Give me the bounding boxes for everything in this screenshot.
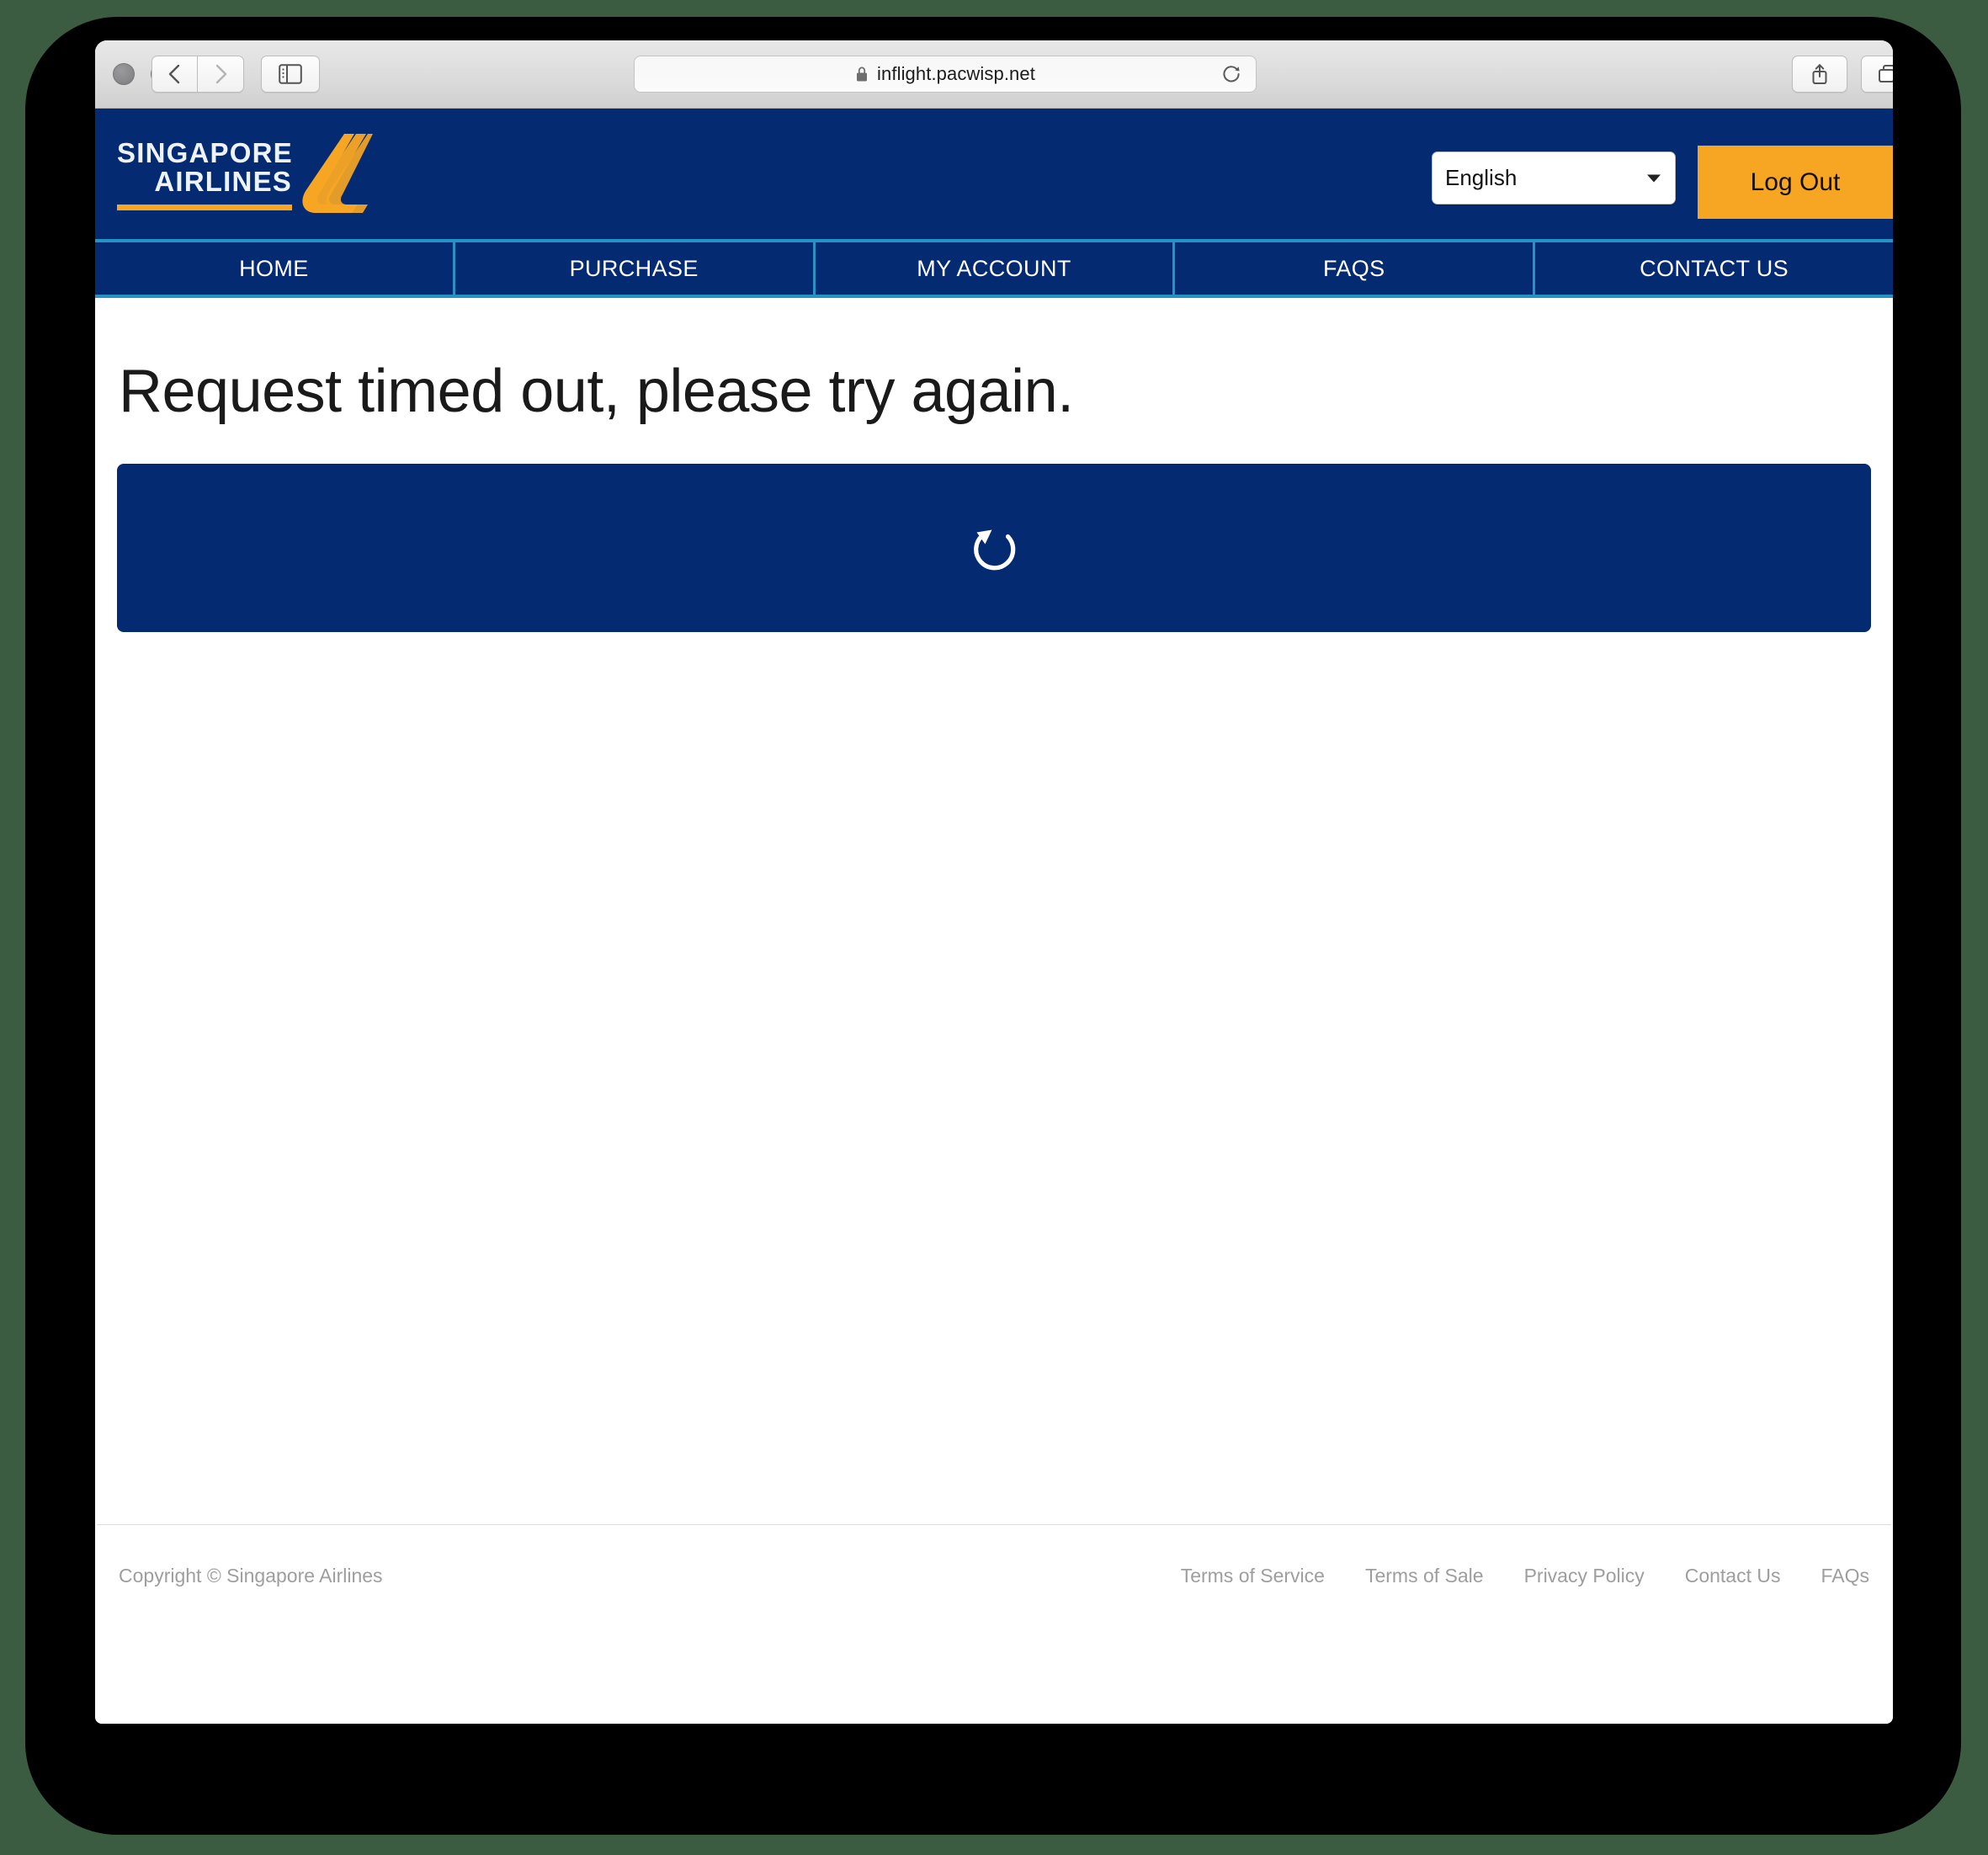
language-select[interactable]: English <box>1432 151 1676 205</box>
footer-link-contact-us[interactable]: Contact Us <box>1685 1565 1781 1587</box>
nav-item-purchase[interactable]: PURCHASE <box>455 242 816 295</box>
copyright-text: Copyright © Singapore Airlines <box>119 1564 383 1587</box>
lock-icon <box>857 66 868 82</box>
refresh-circular-arrow-icon <box>974 529 1016 571</box>
error-message-heading: Request timed out, please try again. <box>119 358 1074 425</box>
logout-button[interactable]: Log Out <box>1698 146 1893 219</box>
retry-button[interactable] <box>117 464 1871 632</box>
page-footer: Copyright © Singapore Airlines Terms of … <box>95 1525 1893 1626</box>
singapore-airlines-logo[interactable]: SINGAPORE AIRLINES <box>117 132 373 216</box>
nav-item-contact-us[interactable]: CONTACT US <box>1535 242 1893 295</box>
footer-link-terms-of-service[interactable]: Terms of Service <box>1181 1565 1325 1587</box>
browser-window: inflight.pacwisp.net + <box>95 40 1893 1724</box>
show-sidebar-button[interactable] <box>261 56 320 93</box>
footer-link-terms-of-sale[interactable]: Terms of Sale <box>1365 1565 1484 1587</box>
nav-label: PURCHASE <box>569 255 699 281</box>
footer-link-privacy-policy[interactable]: Privacy Policy <box>1524 1565 1645 1587</box>
nav-label: FAQS <box>1322 255 1385 281</box>
site-header: SINGAPORE AIRLINES English Log Out <box>95 109 1893 239</box>
logo-wordmark: SINGAPORE AIRLINES <box>117 139 292 195</box>
web-page: SINGAPORE AIRLINES English Log Out HOME … <box>95 109 1893 1724</box>
chevron-right-icon <box>215 64 227 84</box>
nav-label: HOME <box>239 255 309 281</box>
logo-line-2: AIRLINES <box>154 165 292 197</box>
tab-overview-button[interactable] <box>1861 56 1893 93</box>
logo-gold-rule <box>117 205 292 210</box>
chevron-down-icon <box>1647 174 1661 182</box>
main-navigation: HOME PURCHASE MY ACCOUNT FAQS CONTACT US <box>95 239 1893 298</box>
chevron-left-icon <box>168 64 179 84</box>
sidebar-icon <box>279 64 302 84</box>
nav-label: CONTACT US <box>1640 255 1789 281</box>
language-selected-value: English <box>1445 165 1518 190</box>
url-text: inflight.pacwisp.net <box>877 63 1035 84</box>
reload-button[interactable] <box>1220 63 1242 85</box>
forward-button[interactable] <box>198 56 244 93</box>
logo-line-1: SINGAPORE <box>117 137 293 168</box>
close-window-button[interactable] <box>113 63 135 85</box>
footer-link-faqs[interactable]: FAQs <box>1821 1565 1869 1587</box>
reload-icon <box>1223 66 1240 82</box>
logout-button-label: Log Out <box>1750 167 1841 196</box>
nav-item-home[interactable]: HOME <box>95 242 455 295</box>
nav-item-my-account[interactable]: MY ACCOUNT <box>816 242 1176 295</box>
share-icon <box>1812 64 1827 84</box>
tab-overview-icon <box>1879 65 1893 82</box>
share-button[interactable] <box>1792 56 1847 93</box>
nav-label: MY ACCOUNT <box>917 255 1071 281</box>
singapore-airlines-bird-icon <box>302 134 373 213</box>
back-button[interactable] <box>151 56 198 93</box>
browser-toolbar: inflight.pacwisp.net + <box>95 40 1893 109</box>
nav-item-faqs[interactable]: FAQS <box>1175 242 1536 295</box>
main-content: Request timed out, please try again. Cop… <box>95 298 1893 1626</box>
footer-links: Terms of Service Terms of Sale Privacy P… <box>1181 1565 1869 1587</box>
address-bar[interactable]: inflight.pacwisp.net <box>634 56 1257 93</box>
